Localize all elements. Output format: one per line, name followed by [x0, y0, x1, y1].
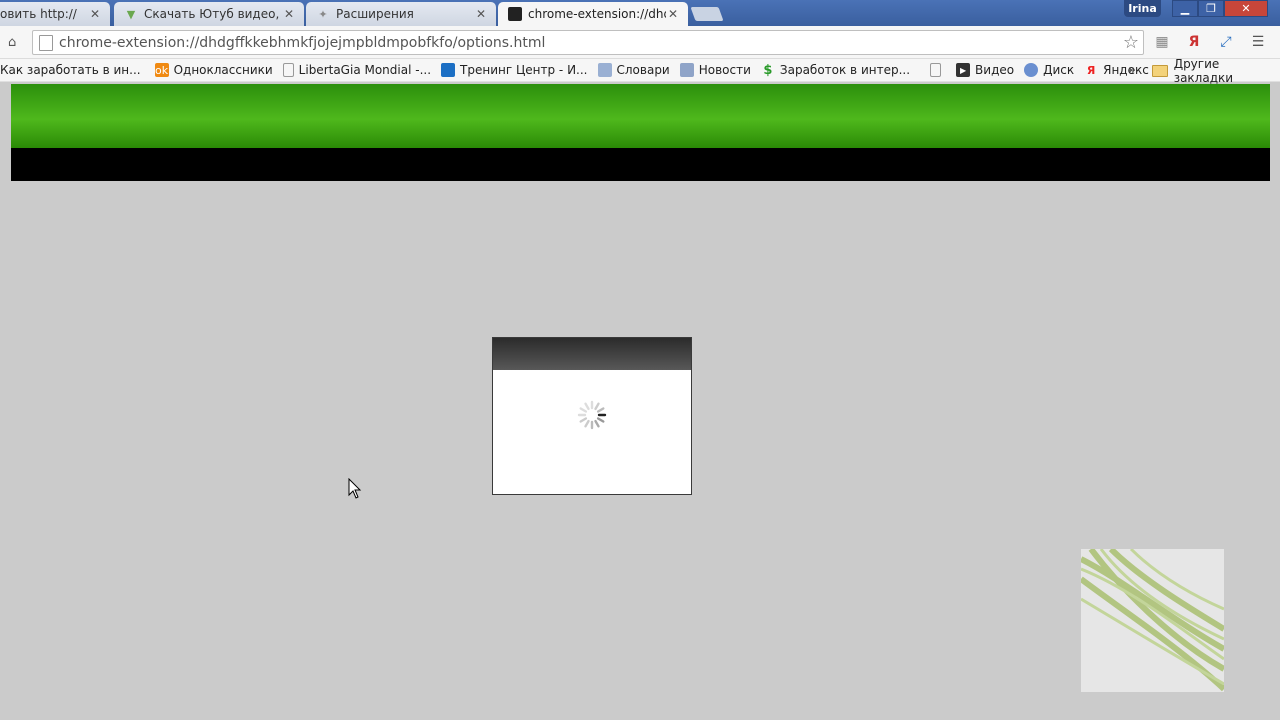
mouse-cursor-icon — [348, 478, 362, 499]
bookmark-label: Одноклассники — [173, 63, 273, 77]
apps-icon[interactable]: ▦ — [1150, 32, 1174, 52]
page-icon — [39, 34, 53, 51]
dollar-icon: $ — [763, 62, 773, 78]
tab-2[interactable]: ▼ Скачать Ютуб видео, му ✕ — [114, 2, 304, 26]
minimize-button[interactable]: ▁ — [1172, 0, 1198, 17]
bookmark-label: Новости — [698, 63, 751, 77]
extension-header-banner — [11, 84, 1270, 148]
disk-icon — [1024, 63, 1039, 77]
toolbar: ⌂ chrome-extension://dhdgffkkebhmkfjojej… — [0, 26, 1280, 59]
training-icon — [441, 63, 456, 77]
loading-spinner-icon — [577, 400, 607, 430]
folder-icon — [1152, 64, 1168, 77]
tab-strip: овить http:// ✕ ▼ Скачать Ютуб видео, му… — [0, 0, 1280, 26]
close-tab-icon[interactable]: ✕ — [474, 7, 488, 21]
bookmark-label: Словари — [616, 63, 670, 77]
bookmark-label: Видео — [975, 63, 1015, 77]
tab-title: chrome-extension://dhdg — [528, 7, 666, 21]
close-tab-icon[interactable]: ✕ — [88, 7, 102, 21]
address-bar[interactable]: chrome-extension://dhdgffkkebhmkfjojejmp… — [32, 30, 1144, 55]
page-icon — [930, 63, 942, 77]
navigation-bar — [11, 148, 1270, 181]
bookmark-item[interactable]: $ Заработок в интер... — [756, 60, 915, 80]
bookmark-label: Яндекс — [1103, 63, 1149, 77]
other-bookmarks-label: Другие закладки — [1173, 56, 1234, 85]
bookmark-item[interactable]: ok Одноклассники — [150, 60, 278, 80]
close-tab-icon[interactable]: ✕ — [666, 7, 680, 21]
video-icon: ▶ — [956, 63, 971, 77]
dictionary-icon — [597, 63, 612, 77]
page-icon — [282, 63, 294, 77]
bookmark-label: LibertaGia Mondial -... — [298, 63, 432, 77]
home-icon[interactable]: ⌂ — [8, 35, 22, 50]
tab-title: Скачать Ютуб видео, му — [144, 7, 282, 21]
bookmark-star-icon[interactable]: ☆ — [1119, 32, 1143, 53]
restore-button[interactable]: ❐ — [1198, 0, 1224, 17]
bookmark-label: Тренинг Центр - И... — [460, 63, 588, 77]
bookmark-item[interactable]: Тренинг Центр - И... — [436, 60, 592, 80]
bookmark-item[interactable]: Я Яндекс — [1079, 60, 1154, 80]
bookmark-label: Диск — [1043, 63, 1075, 77]
extension-icons: ▦ Я ⤢ ☰ — [1150, 32, 1270, 52]
tab-3[interactable]: ✦ Расширения ✕ — [306, 2, 496, 26]
page-content — [0, 84, 1280, 720]
bookmark-item[interactable]: ▶ Видео — [951, 60, 1019, 80]
resize-icon[interactable]: ⤢ — [1214, 32, 1238, 52]
news-icon — [679, 63, 694, 77]
tab-1[interactable]: овить http:// ✕ — [0, 2, 110, 26]
tab-4-active[interactable]: chrome-extension://dhdg ✕ — [498, 2, 688, 26]
bookmark-item[interactable]: Диск — [1019, 60, 1079, 80]
tab-title: овить http:// — [0, 7, 77, 21]
url-text: chrome-extension://dhdgffkkebhmkfjojejmp… — [59, 34, 546, 51]
close-tab-icon[interactable]: ✕ — [282, 7, 296, 21]
bookmark-item[interactable]: Новости — [675, 60, 756, 80]
download-icon: ▼ — [126, 7, 136, 21]
tab-title: Расширения — [336, 7, 414, 21]
bookmark-item[interactable]: Словари — [593, 60, 675, 80]
dialog-header — [493, 338, 691, 370]
more-bookmarks-button[interactable]: » — [1128, 59, 1136, 82]
yandex-icon: Я — [1086, 63, 1096, 77]
extension-icon — [508, 7, 522, 21]
bookmark-item[interactable]: LibertaGia Mondial -... — [278, 60, 436, 80]
loading-dialog — [492, 337, 692, 495]
bookmark-item[interactable] — [925, 60, 951, 80]
decorative-swirl-image — [1081, 549, 1224, 692]
menu-icon[interactable]: ☰ — [1246, 32, 1270, 52]
bookmark-item[interactable]: Как заработать в ин... — [0, 60, 146, 80]
other-bookmarks-folder[interactable]: Другие закладки — [1152, 56, 1280, 85]
new-tab-button[interactable] — [690, 7, 724, 21]
window-controls: ▁ ❐ ✕ — [1172, 0, 1268, 17]
profile-badge[interactable]: Irina — [1124, 0, 1161, 17]
bookmark-label: Как заработать в ин... — [0, 63, 141, 77]
bookmarks-bar: Как заработать в ин... ok Одноклассники … — [0, 56, 1280, 85]
bookmark-label: Заработок в интер... — [779, 63, 911, 77]
yandex-translate-icon[interactable]: Я — [1182, 32, 1206, 52]
puzzle-icon: ✦ — [318, 7, 328, 21]
close-window-button[interactable]: ✕ — [1224, 0, 1268, 17]
odnoklassniki-icon: ok — [154, 63, 169, 77]
